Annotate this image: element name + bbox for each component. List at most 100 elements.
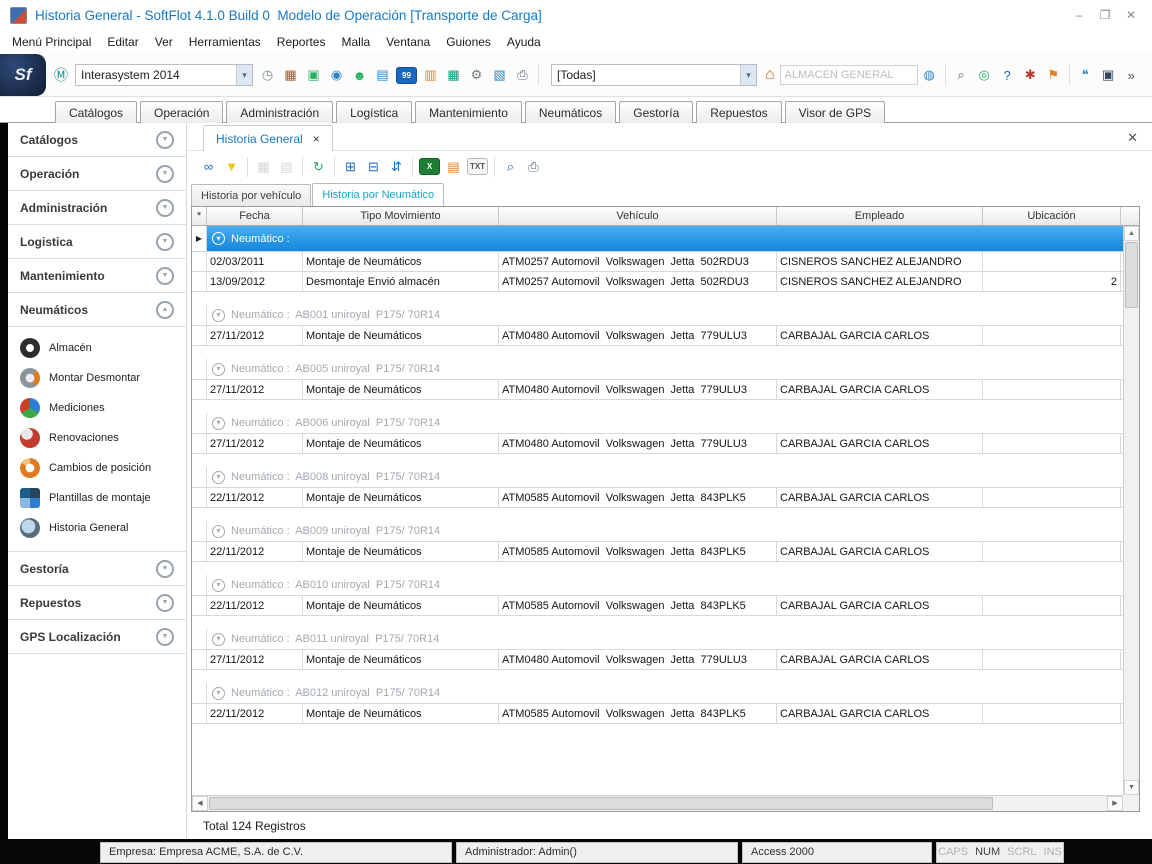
sidebar-section-gestoria[interactable]: Gestoría xyxy=(8,552,186,586)
group-row[interactable]: Neumático : AB008 uniroyal P175/ 70R14 xyxy=(192,467,1123,488)
expand-arrow-icon[interactable] xyxy=(156,131,174,149)
close-tab-icon[interactable]: × xyxy=(313,132,320,146)
group-row[interactable]: Neumático : AB010 uniroyal P175/ 70R14 xyxy=(192,575,1123,596)
m-circle-icon[interactable]: Ⓜ xyxy=(54,65,68,85)
preview-icon[interactable]: ⌕ xyxy=(500,157,521,177)
expand-arrow-icon[interactable] xyxy=(156,560,174,578)
warehouse-field[interactable] xyxy=(780,65,918,85)
group-expand-icon[interactable] xyxy=(212,579,225,592)
column-header-tipo-movimiento[interactable]: Tipo Movimiento xyxy=(303,207,499,225)
expand-groups-icon[interactable]: ⊞ xyxy=(340,157,361,177)
sidebar-item-mediciones[interactable]: Mediciones xyxy=(8,393,186,423)
group-row[interactable]: Neumático : AB005 uniroyal P175/ 70R14 xyxy=(192,359,1123,380)
ledger-icon[interactable]: ▧ xyxy=(489,65,510,85)
sort-groups-icon[interactable]: ⇵ xyxy=(386,157,407,177)
expand-arrow-icon[interactable] xyxy=(156,594,174,612)
picture-icon[interactable]: ▣ xyxy=(303,65,324,85)
grid-row[interactable]: 13/09/2012Desmontaje Envió almacénATM025… xyxy=(192,272,1123,292)
export-excel-icon[interactable]: X xyxy=(419,158,440,175)
help-icon[interactable]: ? xyxy=(997,65,1018,85)
printer-icon[interactable]: ⎙ xyxy=(512,65,533,85)
menu-item-menu-principal[interactable]: Menú Principal xyxy=(4,35,99,49)
document-icon[interactable]: ▤ xyxy=(372,65,393,85)
minimize-button[interactable]: – xyxy=(1066,8,1092,22)
group-expand-icon[interactable] xyxy=(212,417,225,430)
column-header-vehiculo[interactable]: Vehículo xyxy=(499,207,777,225)
column-header-empleado[interactable]: Empleado xyxy=(777,207,983,225)
sidebar-section-operacion[interactable]: Operación xyxy=(8,157,186,191)
gear-icon[interactable]: ⚙ xyxy=(466,65,487,85)
sidebar-item-renovaciones[interactable]: Renovaciones xyxy=(8,423,186,453)
scroll-down-button[interactable] xyxy=(1124,780,1139,795)
scroll-track[interactable] xyxy=(1124,309,1139,780)
vertical-scrollbar[interactable] xyxy=(1123,226,1139,795)
chat-icon[interactable]: ❝ xyxy=(1075,65,1096,85)
collapse-groups-icon[interactable]: ⊟ xyxy=(363,157,384,177)
expand-arrow-icon[interactable] xyxy=(156,199,174,217)
overflow-icon[interactable]: » xyxy=(1121,65,1142,85)
globe-search-icon[interactable]: ◎ xyxy=(974,65,995,85)
sidebar-section-logistica[interactable]: Logistica xyxy=(8,225,186,259)
tab-historia-general[interactable]: Historia General × xyxy=(203,125,333,151)
grid-row[interactable]: 22/11/2012Montaje de NeumáticosATM0585 A… xyxy=(192,596,1123,616)
menu-item-herramientas[interactable]: Herramientas xyxy=(181,35,269,49)
group-row[interactable]: Neumático : AB006 uniroyal P175/ 70R14 xyxy=(192,413,1123,434)
scroll-up-button[interactable] xyxy=(1124,226,1139,241)
module-tab-repuestos[interactable]: Repuestos xyxy=(696,101,781,123)
filter-select[interactable]: [Todas] xyxy=(551,64,757,86)
module-tab-operacion[interactable]: Operación xyxy=(140,101,223,123)
column-header-fecha[interactable]: Fecha xyxy=(207,207,303,225)
clipboard-icon[interactable]: ▤ xyxy=(276,157,297,177)
globe-icon[interactable]: ◍ xyxy=(919,65,940,85)
group-row[interactable]: Neumático : AB001 uniroyal P175/ 70R14 xyxy=(192,305,1123,326)
close-pane-icon[interactable] xyxy=(1127,130,1138,146)
group-expand-icon[interactable] xyxy=(212,471,225,484)
bug-icon[interactable]: ✱ xyxy=(1020,65,1041,85)
module-tab-visor-de-gps[interactable]: Visor de GPS xyxy=(785,101,885,123)
sidebar-section-mantenimiento[interactable]: Mantenimiento xyxy=(8,259,186,293)
image-icon[interactable]: ▦ xyxy=(253,157,274,177)
building-icon[interactable]: ▦ xyxy=(280,65,301,85)
sidebar-section-neumaticos[interactable]: Neumáticos xyxy=(8,293,186,327)
column-header-ubicacion[interactable]: Ubicación xyxy=(983,207,1121,225)
sidebar-section-catalogos[interactable]: Catálogos xyxy=(8,123,186,157)
menu-item-reportes[interactable]: Reportes xyxy=(269,35,334,49)
users-icon[interactable]: ☻ xyxy=(349,65,370,85)
grid-row[interactable]: 27/11/2012Montaje de NeumáticosATM0480 A… xyxy=(192,326,1123,346)
group-row[interactable]: Neumático : xyxy=(192,226,1123,252)
close-button[interactable]: ✕ xyxy=(1118,8,1144,22)
sidebar-item-montar-desmontar[interactable]: Montar Desmontar xyxy=(8,363,186,393)
sidebar-item-almacen[interactable]: Almacén xyxy=(8,333,186,363)
view-tab-historia-por-vehiculo[interactable]: Historia por vehículo xyxy=(191,184,311,206)
vertical-scroll-thumb[interactable] xyxy=(1125,242,1138,308)
sidebar-item-historia-general[interactable]: Historia General xyxy=(8,513,186,543)
horizontal-scroll-thumb[interactable] xyxy=(209,797,993,810)
filter-icon[interactable]: ▼ xyxy=(221,157,242,177)
sidebar-item-cambios-de-posicion[interactable]: Cambios de posición xyxy=(8,453,186,483)
module-tab-gestoria[interactable]: Gestoría xyxy=(619,101,693,123)
group-expand-icon[interactable] xyxy=(212,687,225,700)
scroll-left-button[interactable] xyxy=(192,796,208,811)
sidebar-section-repuestos[interactable]: Repuestos xyxy=(8,586,186,620)
print-icon[interactable]: ⎙ xyxy=(523,157,544,177)
restore-button[interactable]: ❐ xyxy=(1092,8,1118,22)
monitor-icon[interactable]: ▣ xyxy=(1098,65,1119,85)
menu-item-ventana[interactable]: Ventana xyxy=(378,35,438,49)
module-tab-catalogos[interactable]: Catálogos xyxy=(55,101,137,123)
clock-icon[interactable]: ◷ xyxy=(257,65,278,85)
grid-row[interactable]: 22/11/2012Montaje de NeumáticosATM0585 A… xyxy=(192,704,1123,724)
flag-icon[interactable]: ⚑ xyxy=(1043,65,1064,85)
group-row[interactable]: Neumático : AB009 uniroyal P175/ 70R14 xyxy=(192,521,1123,542)
sidebar-item-plantillas-de-montaje[interactable]: Plantillas de montaje xyxy=(8,483,186,513)
module-tab-mantenimiento[interactable]: Mantenimiento xyxy=(415,101,522,123)
menu-item-malla[interactable]: Malla xyxy=(333,35,378,49)
sidebar-section-administracion[interactable]: Administración xyxy=(8,191,186,225)
grid-row[interactable]: 02/03/2011Montaje de NeumáticosATM0257 A… xyxy=(192,252,1123,272)
grid-row[interactable]: 22/11/2012Montaje de NeumáticosATM0585 A… xyxy=(192,488,1123,508)
group-row[interactable]: Neumático : AB012 uniroyal P175/ 70R14 xyxy=(192,683,1123,704)
module-tab-administracion[interactable]: Administración xyxy=(226,101,333,123)
module-tab-logistica[interactable]: Logística xyxy=(336,101,412,123)
grid-row[interactable]: 27/11/2012Montaje de NeumáticosATM0480 A… xyxy=(192,380,1123,400)
find-icon[interactable]: ∞ xyxy=(198,157,219,177)
horizontal-scrollbar[interactable] xyxy=(192,795,1123,811)
